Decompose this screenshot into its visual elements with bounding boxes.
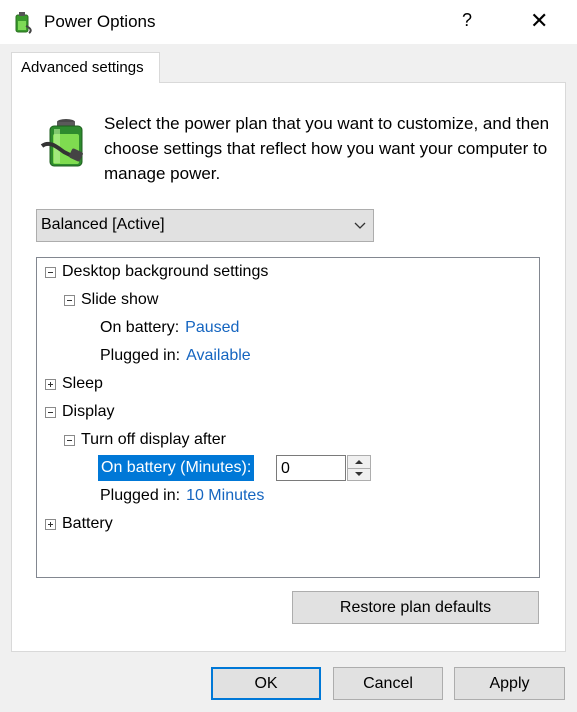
slide-plugged-in-value[interactable]: Available <box>186 347 251 364</box>
tree-label: On battery: <box>100 319 180 336</box>
tree-item-slide-plugged-in[interactable]: Plugged in: Available <box>100 343 251 369</box>
help-button[interactable]: ? <box>462 10 472 31</box>
display-plugged-in-value[interactable]: 10 Minutes <box>186 487 264 504</box>
tree-label: Desktop background settings <box>62 263 269 280</box>
tree-item-sleep[interactable]: Sleep <box>44 371 103 397</box>
tab-advanced-settings[interactable]: Advanced settings <box>11 52 160 83</box>
power-options-icon <box>15 12 32 34</box>
restore-plan-defaults-button[interactable]: Restore plan defaults <box>292 591 539 624</box>
window-title: Power Options <box>44 12 156 31</box>
tree-item-display[interactable]: Display <box>44 399 114 425</box>
display-on-battery-label[interactable]: On battery (Minutes): <box>98 455 255 481</box>
cancel-button[interactable]: Cancel <box>333 667 443 700</box>
tree-item-slide-on-battery[interactable]: On battery: Paused <box>100 315 239 341</box>
expand-icon[interactable] <box>45 519 56 530</box>
tree-label: Plugged in: <box>100 347 181 364</box>
tree-item-display-plugged-in[interactable]: Plugged in: 10 Minutes <box>100 483 264 509</box>
slide-on-battery-value[interactable]: Paused <box>185 319 239 336</box>
tree-label: Battery <box>62 515 113 532</box>
display-on-battery-minutes-input[interactable]: 0 <box>276 455 346 481</box>
tree-label: Plugged in: <box>100 487 181 504</box>
title-bar: Power Options ? ✕ <box>0 0 577 44</box>
close-button[interactable]: ✕ <box>530 8 548 34</box>
expand-icon[interactable] <box>45 379 56 390</box>
tree-item-battery[interactable]: Battery <box>44 511 113 537</box>
battery-plug-icon <box>40 119 83 167</box>
apply-button[interactable]: Apply <box>454 667 565 700</box>
tree-item-slide-show[interactable]: Slide show <box>63 287 158 313</box>
intro-text: Select the power plan that you want to c… <box>104 114 550 183</box>
collapse-icon[interactable] <box>64 435 75 446</box>
ok-button[interactable]: OK <box>211 667 321 700</box>
tree-label: Slide show <box>81 291 159 308</box>
tree-label: Display <box>62 403 115 420</box>
power-plan-value: Balanced [Active] <box>41 216 165 233</box>
collapse-icon[interactable] <box>64 295 75 306</box>
tab-label: Advanced settings <box>21 59 144 76</box>
tree-label: Turn off display after <box>81 431 226 448</box>
tree-label: Sleep <box>62 375 103 392</box>
collapse-icon[interactable] <box>45 267 56 278</box>
power-plan-dropdown[interactable]: Balanced [Active] <box>36 209 374 242</box>
minutes-spinner[interactable] <box>347 455 371 481</box>
spin-down-icon[interactable] <box>348 468 370 480</box>
tree-item-desktop-background[interactable]: Desktop background settings <box>44 259 268 285</box>
tree-item-turn-off-display[interactable]: Turn off display after <box>63 427 226 453</box>
chevron-down-icon <box>354 222 366 229</box>
collapse-icon[interactable] <box>45 407 56 418</box>
